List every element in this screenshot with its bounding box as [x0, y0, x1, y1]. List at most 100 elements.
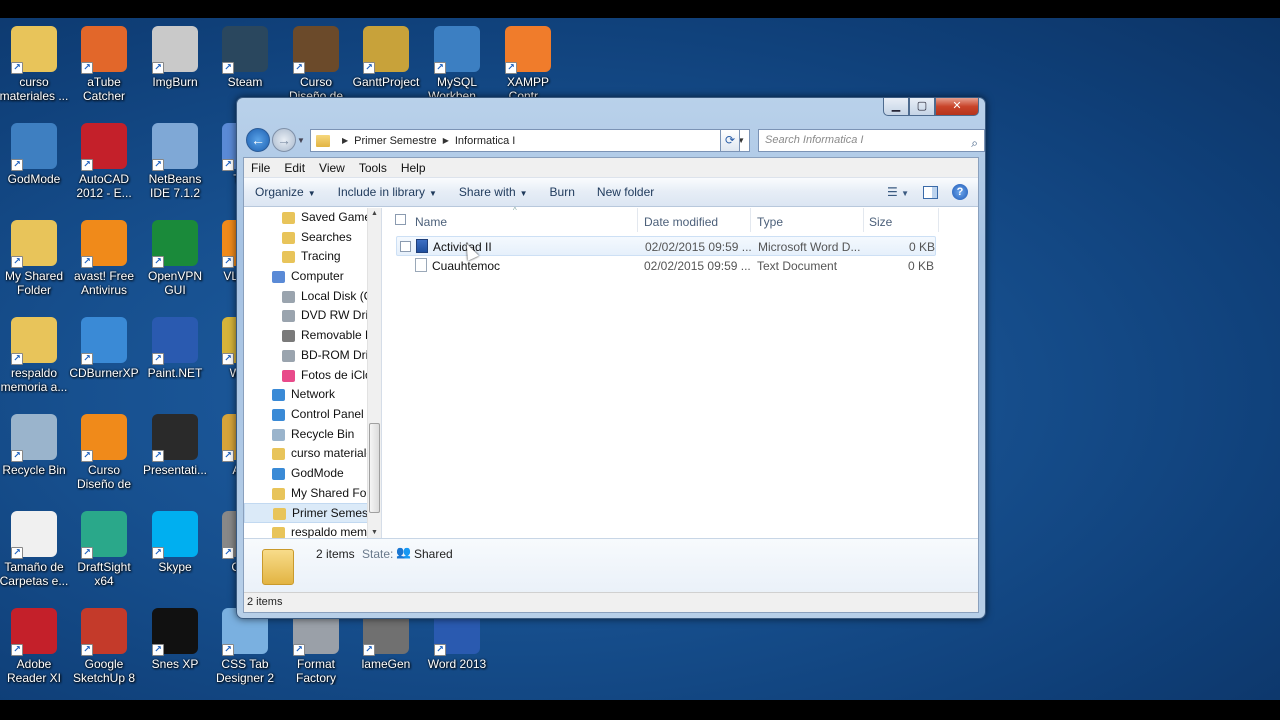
desktop-icon[interactable]: ↗ XAMPP Contr... [492, 26, 564, 103]
chevron-right-icon[interactable]: ▶ [443, 136, 449, 145]
nav-item[interactable]: Tracing [244, 247, 381, 267]
scrollbar-thumb[interactable] [369, 423, 380, 513]
search-input[interactable]: Search Informatica I ⌕ [758, 129, 985, 152]
address-bar[interactable]: ▶ Primer Semestre ▶ Informatica I ▼ [310, 129, 750, 152]
menu-view[interactable]: View [312, 161, 352, 175]
chevron-right-icon[interactable]: ▶ [342, 136, 348, 145]
column-divider[interactable] [637, 208, 638, 232]
organize-button[interactable]: Organize ▼ [244, 185, 327, 199]
row-checkbox[interactable] [400, 241, 411, 252]
menu-help[interactable]: Help [394, 161, 433, 175]
burn-button[interactable]: Burn [539, 185, 586, 199]
nav-item[interactable]: Searches [244, 228, 381, 248]
desktop-icon[interactable]: ↗ Recycle Bin [0, 414, 70, 477]
desktop-icon[interactable]: ↗ MySQL Workben... [421, 26, 493, 103]
nav-item[interactable]: My Shared Folder [244, 484, 381, 504]
nav-item[interactable]: Recycle Bin [244, 425, 381, 445]
desktop-icon[interactable]: ↗ Steam [209, 26, 281, 89]
desktop-icon[interactable]: ↗ Tamaño de Carpetas e... [0, 511, 70, 588]
column-size[interactable]: Size [869, 215, 892, 229]
desktop-icon[interactable]: ↗ NetBeans IDE 7.1.2 [139, 123, 211, 200]
minimize-button[interactable]: ▁ [883, 98, 909, 116]
column-name[interactable]: Name [415, 215, 447, 229]
nav-item-label: Recycle Bin [291, 426, 355, 441]
menu-edit[interactable]: Edit [277, 161, 312, 175]
refresh-button[interactable]: ⟳ [720, 129, 740, 152]
nav-pane-scrollbar[interactable]: ▲ ▼ [367, 208, 381, 538]
desktop-icon[interactable]: ↗ My Shared Folder [0, 220, 70, 297]
scroll-up-icon[interactable]: ▲ [371, 210, 378, 217]
shortcut-arrow-icon: ↗ [152, 159, 164, 171]
desktop-icon-label: aTube Catcher [82, 75, 126, 103]
file-row[interactable]: Cuauhtemoc 02/02/2015 09:59 ... Text Docum… [396, 256, 936, 276]
desktop-icon[interactable]: ↗ ImgBurn [139, 26, 211, 89]
desktop-icon[interactable]: ↗Curso Diseño de Objetos [280, 26, 352, 103]
nav-item[interactable]: Control Panel [244, 405, 381, 425]
nav-item[interactable]: Local Disk (C:) [244, 287, 381, 307]
desktop-icon[interactable]: ↗ Paint.NET [139, 317, 211, 380]
column-divider[interactable] [938, 208, 939, 232]
preview-pane-icon[interactable] [923, 185, 938, 199]
nav-item[interactable]: Removable Disk [244, 326, 381, 346]
desktop-icon[interactable]: ↗ Adobe Reader XI [0, 608, 70, 685]
desktop-icon[interactable]: ↗ AutoCAD 2012 - E... [68, 123, 140, 200]
recent-pages-dropdown-icon[interactable]: ▼ [297, 136, 305, 145]
xampp-icon: ↗ [505, 26, 551, 74]
desktop-icon[interactable]: ↗ aTube Catcher [68, 26, 140, 103]
menu-tools[interactable]: Tools [352, 161, 394, 175]
include-in-library-button[interactable]: Include in library ▼ [327, 185, 448, 199]
desktop-icon[interactable]: ↗ Format Factory [280, 608, 352, 685]
help-icon[interactable]: ? [952, 184, 968, 200]
adobe-reader-icon: ↗ [11, 608, 57, 656]
new-folder-button[interactable]: New folder [586, 185, 665, 199]
nav-item[interactable]: respaldo memoria [244, 523, 381, 538]
shortcut-arrow-icon: ↗ [363, 644, 375, 656]
column-divider[interactable] [863, 208, 864, 232]
column-divider[interactable] [750, 208, 751, 232]
nav-item[interactable]: Computer [244, 267, 381, 287]
select-all-checkbox[interactable] [395, 214, 406, 225]
desktop-icon[interactable]: ↗ Google SketchUp 8 [68, 608, 140, 685]
nav-item-label: Control Panel [291, 406, 364, 421]
godmode-icon: ↗ [11, 123, 57, 171]
nav-item[interactable]: Fotos de iCloud [244, 366, 381, 386]
breadcrumb-primer-semestre[interactable]: Primer Semestre [354, 135, 437, 147]
forward-button[interactable]: → [272, 128, 296, 152]
desktop-icon[interactable]: ↗ Skype [139, 511, 211, 574]
back-button[interactable]: ← [246, 128, 270, 152]
nav-item[interactable]: Primer Semestre [244, 503, 381, 523]
desktop-icon[interactable]: ↗ CSS Tab Designer 2 [209, 608, 281, 685]
nav-item[interactable]: Saved Games [244, 208, 381, 228]
maximize-button[interactable]: ▢ [909, 98, 935, 116]
nav-item[interactable]: DVD RW Drive [244, 306, 381, 326]
share-with-button[interactable]: Share with ▼ [448, 185, 539, 199]
close-button[interactable]: ✕ [935, 98, 979, 116]
desktop-icon[interactable]: ↗ Snes XP [139, 608, 211, 671]
nav-item[interactable]: Network [244, 385, 381, 405]
desktop-icon[interactable]: ↗ CDBurnerXP [68, 317, 140, 380]
desktop-icon[interactable]: ↗ curso materiales ... [0, 26, 70, 103]
mysql-icon: ↗ [434, 26, 480, 74]
recycle-bin-icon [272, 428, 285, 441]
nav-item[interactable]: BD-ROM Drive [244, 346, 381, 366]
shortcut-arrow-icon: ↗ [434, 644, 446, 656]
desktop-icon[interactable]: ↗ DraftSight x64 [68, 511, 140, 588]
desktop-icon[interactable]: ↗ OpenVPN GUI [139, 220, 211, 297]
nav-item[interactable]: curso materiales [244, 444, 381, 464]
desktop-icon[interactable]: ↗ GanttProject [350, 26, 422, 89]
desktop-icon[interactable]: ↗ GodMode [0, 123, 70, 186]
scroll-down-icon[interactable]: ▼ [371, 529, 378, 536]
desktop-icon[interactable]: ↗Curso Diseño de Objetos ... [68, 414, 140, 491]
column-type[interactable]: Type [757, 215, 783, 229]
breadcrumb-informatica[interactable]: Informatica I [455, 135, 516, 147]
desktop-icon[interactable]: ↗ Presentati... [139, 414, 211, 477]
desktop-icon[interactable]: ↗ avast! Free Antivirus [68, 220, 140, 297]
view-options-icon[interactable]: ☰ ▼ [887, 185, 909, 199]
desktop-icon[interactable]: ↗ respaldo memoria a... [0, 317, 70, 394]
search-icon[interactable]: ⌕ [971, 133, 978, 154]
column-date-modified[interactable]: Date modified [644, 215, 718, 229]
menu-file[interactable]: File [244, 161, 277, 175]
shortcut-arrow-icon: ↗ [293, 644, 305, 656]
shortcut-arrow-icon: ↗ [152, 450, 164, 462]
nav-item[interactable]: GodMode [244, 464, 381, 484]
